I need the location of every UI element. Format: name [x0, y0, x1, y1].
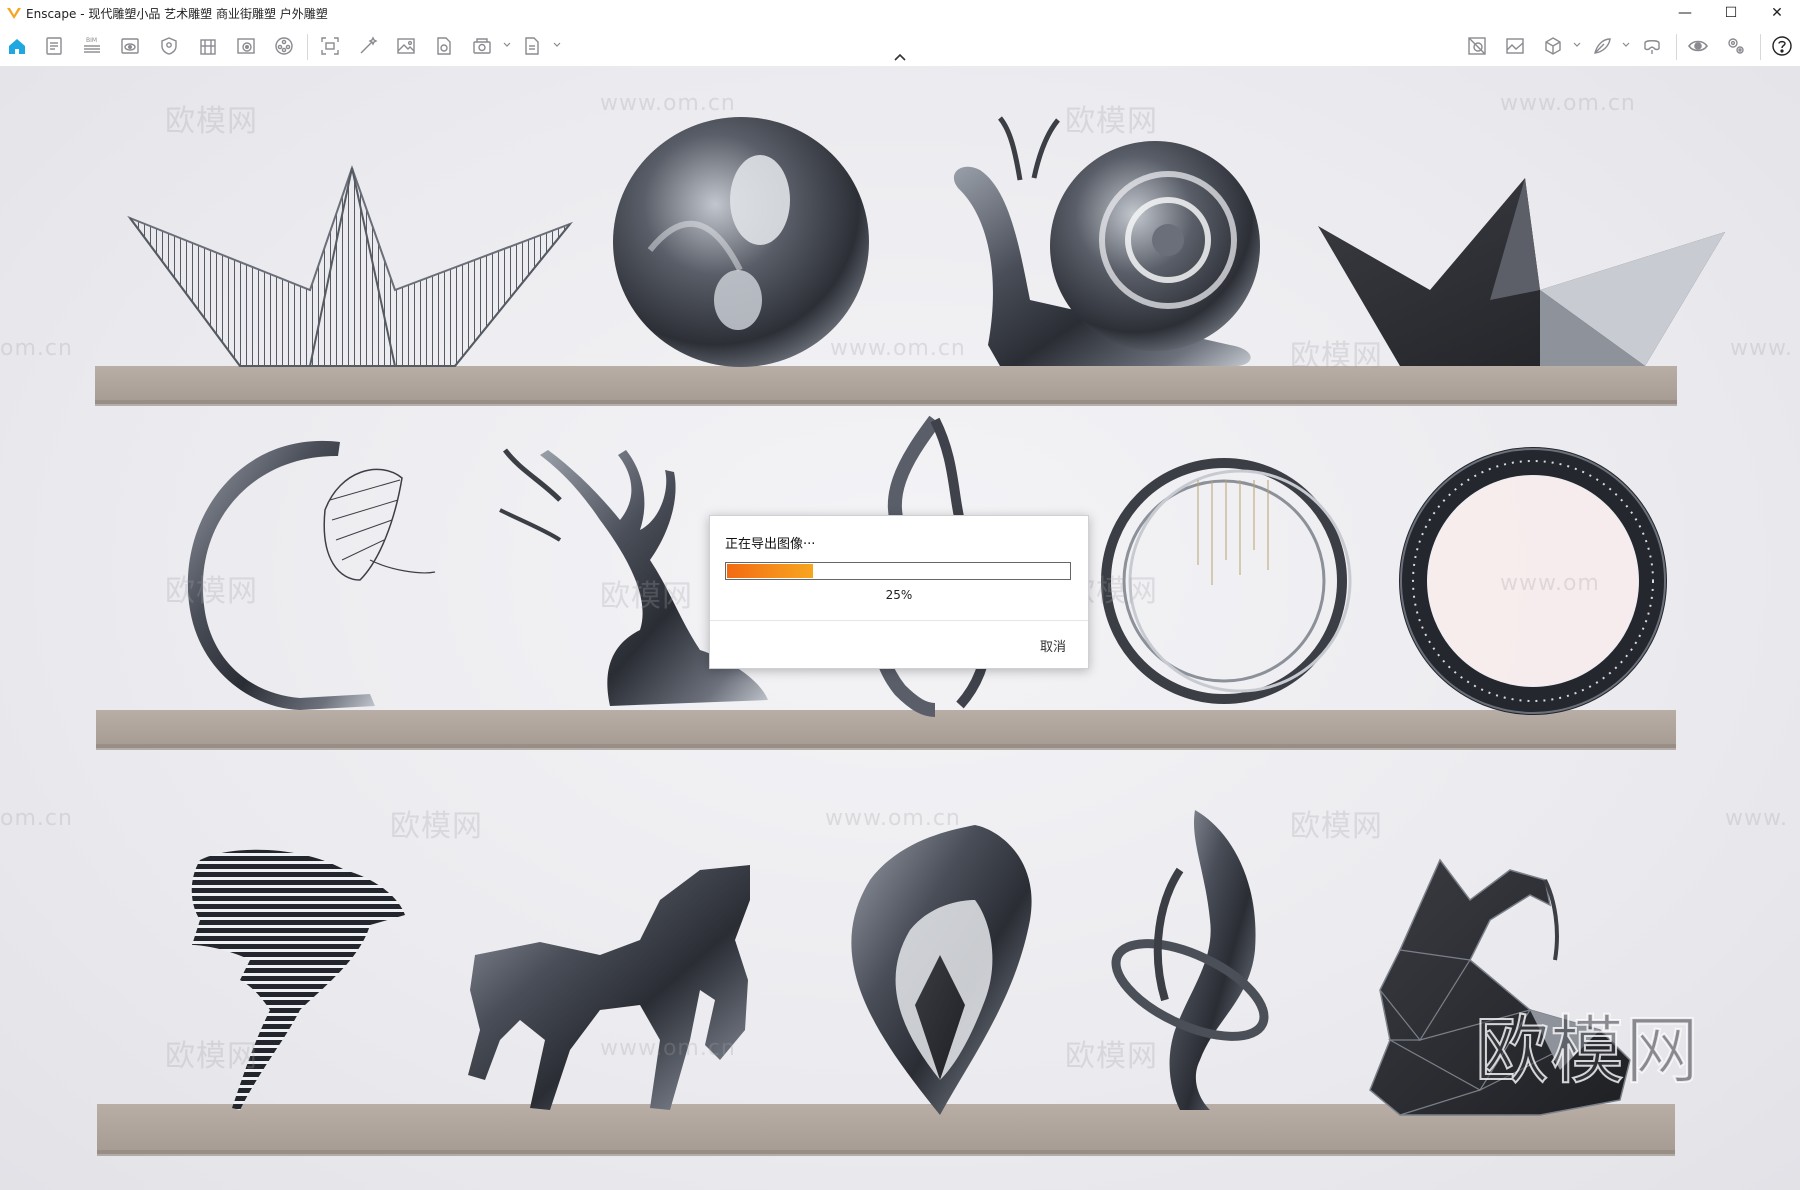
toolbar-separator — [307, 34, 308, 60]
toolbar-separator — [1676, 34, 1677, 60]
cancel-button[interactable]: 取消 — [1036, 632, 1070, 659]
torus-knot-sculpture — [613, 117, 869, 367]
dialog-divider — [710, 620, 1088, 621]
capture-icon[interactable] — [318, 34, 342, 58]
watermark-text: 欧模网 — [165, 104, 258, 139]
chevron-down-icon[interactable] — [552, 40, 562, 50]
image-icon[interactable] — [394, 34, 418, 58]
home-icon[interactable] — [5, 34, 29, 58]
maximize-button[interactable]: ☐ — [1708, 0, 1754, 26]
visual-settings-icon[interactable] — [118, 34, 142, 58]
progress-percent: 25% — [885, 588, 913, 602]
window-title: Enscape - 现代雕塑小品 艺术雕塑 商业街雕塑 户外雕塑 — [26, 7, 328, 21]
help-icon[interactable] — [1770, 34, 1794, 58]
paper-boat-wire-sculpture — [127, 164, 574, 367]
logo-watermark: 欧模网 — [1474, 1007, 1700, 1095]
watermark-text: 欧模网 — [1065, 1039, 1158, 1074]
snail-sculpture — [953, 116, 1260, 367]
shield-icon[interactable] — [157, 34, 181, 58]
chevron-down-icon[interactable] — [1572, 40, 1582, 50]
dialog-title: 正在导出图像··· — [725, 537, 816, 552]
building-icon[interactable] — [196, 34, 220, 58]
watermark-text: 欧模网 — [1065, 104, 1158, 139]
watermark-text: om.cn — [0, 336, 73, 361]
progress-bar — [725, 562, 1071, 580]
watermark-text: 欧模网 — [165, 1039, 258, 1074]
watermark-text: www.om.cn — [600, 1036, 736, 1061]
bim-label: BIM — [86, 37, 97, 44]
watermark-text: 欧模网 — [165, 574, 258, 609]
panorama-file-icon[interactable] — [432, 34, 456, 58]
toolbar-separator — [1760, 34, 1761, 60]
site-context-icon[interactable] — [234, 34, 258, 58]
shelf-middle — [96, 710, 1676, 750]
export-file-icon[interactable] — [520, 34, 544, 58]
watermark-text: www.om — [1500, 571, 1600, 596]
magic-wand-icon[interactable] — [356, 34, 380, 58]
watermark-text: 欧模网 — [1290, 809, 1383, 844]
watermark-text: www. — [1730, 336, 1793, 361]
watermark-text: www.om.cn — [600, 91, 736, 116]
pixel-horse-sculpture — [468, 865, 750, 1110]
title-bar: Enscape - 现代雕塑小品 艺术雕塑 商业街雕塑 户外雕塑 — ☐ ✕ — [0, 0, 1800, 26]
watermark-text: om.cn — [0, 806, 73, 831]
watermark-text: 欧模网 — [600, 579, 693, 614]
chevron-down-icon[interactable] — [502, 40, 512, 50]
watermark-text: www.om.cn — [825, 806, 961, 831]
chevron-down-icon[interactable] — [1621, 40, 1631, 50]
shelf-top — [95, 366, 1677, 406]
document-icon[interactable] — [42, 34, 66, 58]
progress-bar-fill — [727, 564, 813, 578]
eye-icon[interactable] — [1686, 34, 1710, 58]
minimize-button[interactable]: — — [1662, 0, 1708, 26]
chevron-up-icon[interactable] — [893, 52, 907, 62]
flame-leaf-sculpture — [851, 825, 1032, 1115]
gallery-icon[interactable] — [1503, 34, 1527, 58]
asset-library-icon[interactable] — [272, 34, 296, 58]
cube-view-icon[interactable] — [1541, 34, 1565, 58]
watermark-text: 欧模网 — [390, 809, 483, 844]
render-viewport[interactable]: 欧模网 www.om.cn 欧模网 www.om.cn om.cn www.om… — [0, 66, 1800, 1190]
enscape-logo-icon — [7, 8, 21, 19]
feather-icon[interactable] — [1590, 34, 1614, 58]
watermark-text: www. — [1725, 806, 1788, 831]
bim-icon[interactable]: BIM — [80, 34, 104, 58]
export-progress-dialog: 正在导出图像··· 25% 取消 — [709, 515, 1089, 669]
vr-headset-icon[interactable] — [1640, 34, 1664, 58]
watermark-text: 欧模网 — [1290, 339, 1383, 374]
window-controls: — ☐ ✕ — [1662, 0, 1800, 26]
watermark-text: www.om.cn — [830, 336, 966, 361]
settings-icon[interactable] — [1724, 34, 1748, 58]
close-button[interactable]: ✕ — [1754, 0, 1800, 26]
material-editor-icon[interactable] — [1465, 34, 1489, 58]
batch-render-icon[interactable] — [470, 34, 494, 58]
watermark-text: www.om.cn — [1500, 91, 1636, 116]
